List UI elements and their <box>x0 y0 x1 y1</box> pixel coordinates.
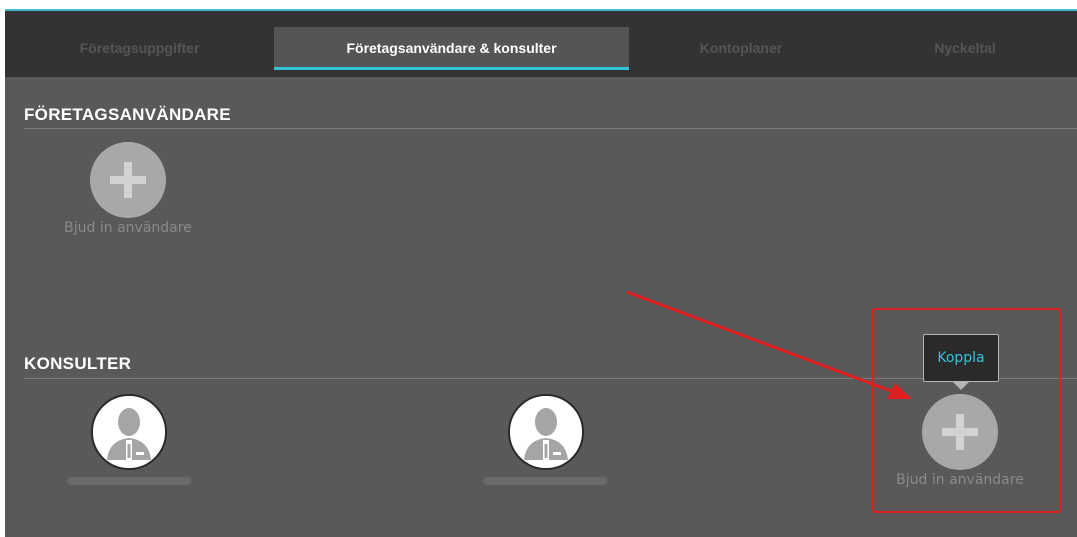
consultants-heading: KONSULTER <box>24 354 132 373</box>
user-avatar-icon <box>93 396 165 468</box>
tab-company-users-consultants[interactable]: Företagsanvändare & konsulter <box>274 27 629 70</box>
consultant-avatar[interactable] <box>508 394 584 470</box>
highlight-annotation-box <box>872 308 1061 513</box>
company-users-divider <box>24 128 1077 129</box>
invite-user-label[interactable]: Bjud in användare <box>55 220 201 236</box>
tab-bar: Företagsuppgifter Företagsanvändare & ko… <box>5 11 1077 77</box>
consultant-avatar[interactable] <box>91 394 167 470</box>
tab-company-info[interactable]: Företagsuppgifter <box>5 27 274 72</box>
company-users-heading: FÖRETAGSANVÄNDARE <box>24 105 231 124</box>
user-avatar-icon <box>510 396 582 468</box>
tab-chart-of-accounts[interactable]: Kontoplaner <box>629 27 853 72</box>
consultant-name-redacted <box>67 477 191 485</box>
app-frame: Företagsuppgifter Företagsanvändare & ko… <box>5 9 1077 537</box>
consultant-name-redacted <box>483 477 607 485</box>
invite-user-button[interactable] <box>90 142 166 218</box>
plus-icon-vertical <box>124 162 132 198</box>
tab-key-figures[interactable]: Nyckeltal <box>853 27 1077 72</box>
